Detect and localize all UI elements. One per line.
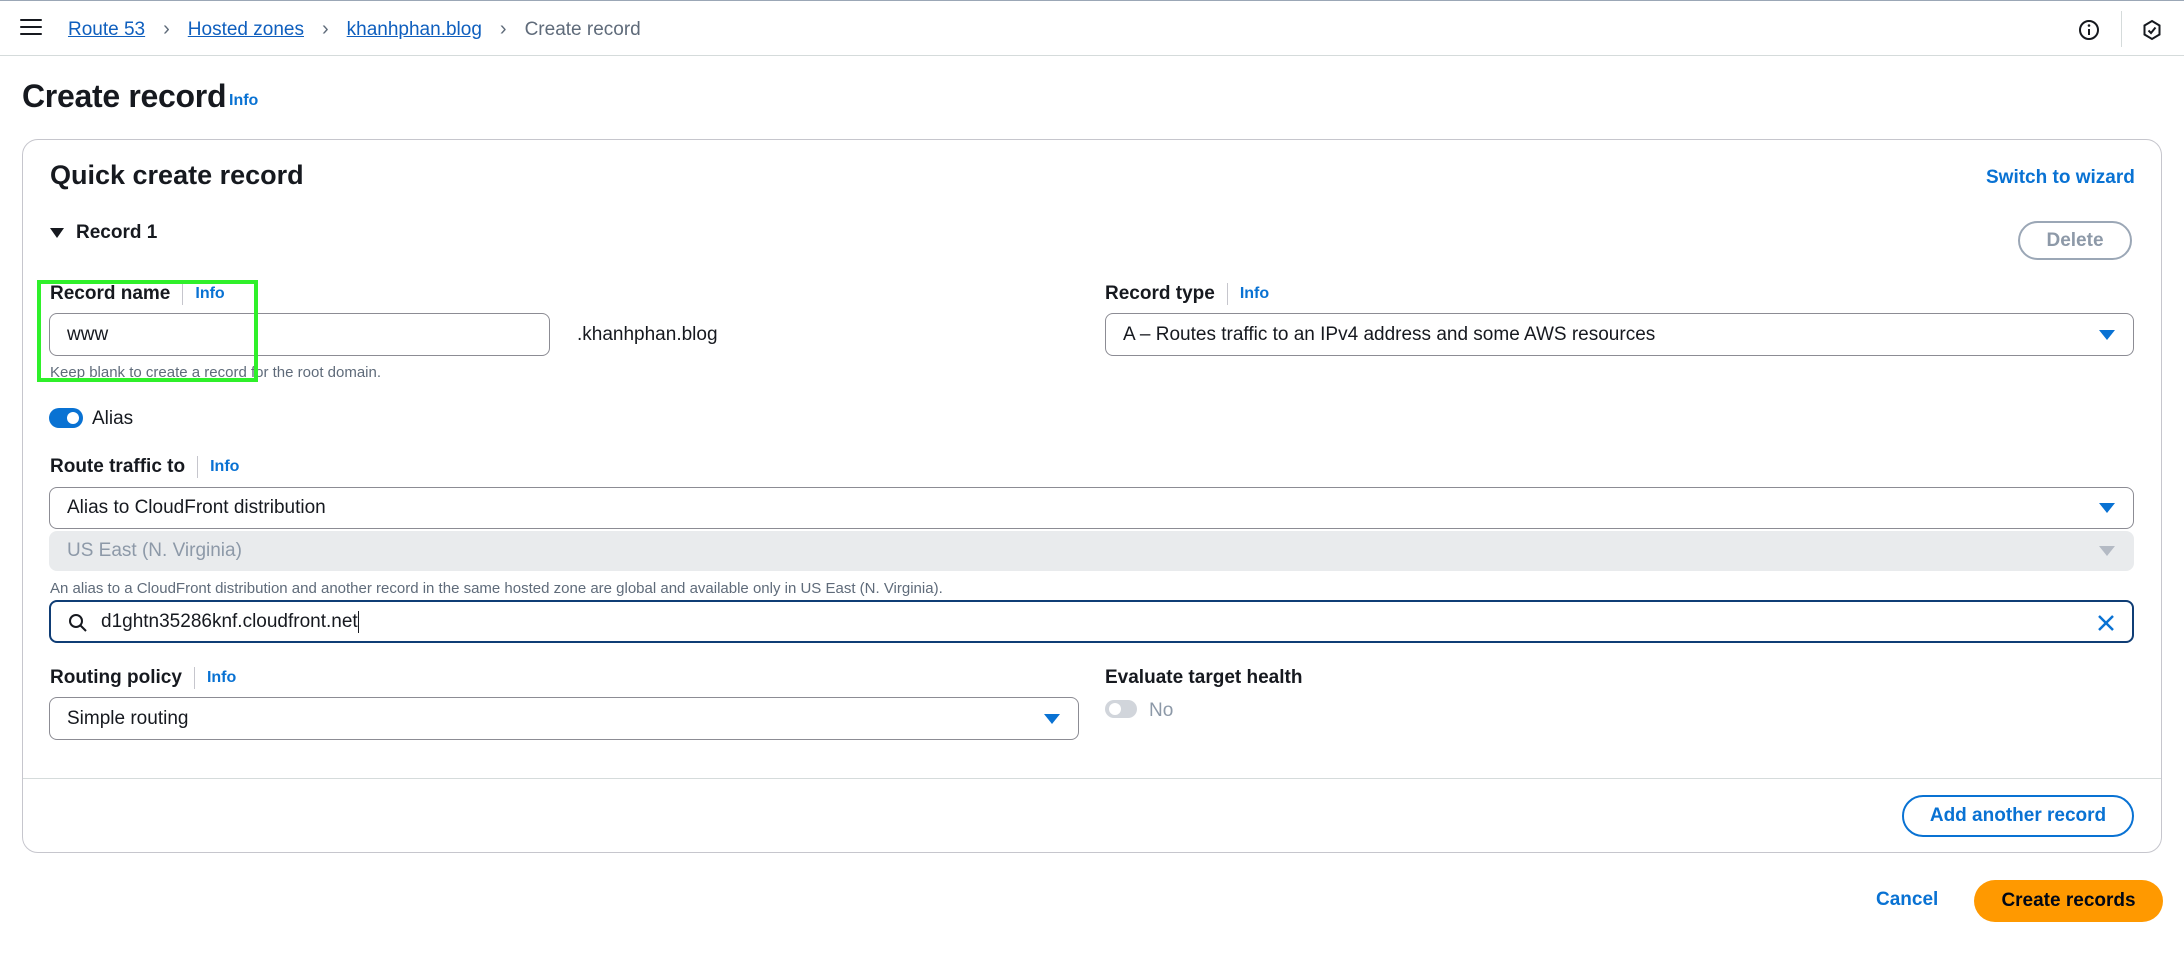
evaluate-health-label: Evaluate target health: [1105, 667, 1303, 688]
notifications-icon[interactable]: [2141, 19, 2163, 41]
info-circle-icon[interactable]: [2078, 19, 2100, 41]
domain-suffix: .khanhphan.blog: [577, 324, 718, 345]
distribution-search-input[interactable]: d1ghtn35286knf.cloudfront.net: [49, 600, 2134, 643]
distribution-value: d1ghtn35286knf.cloudfront.net: [101, 610, 358, 632]
label-divider: [197, 456, 199, 478]
routing-policy-label-text: Routing policy: [50, 667, 182, 688]
delete-button[interactable]: Delete: [2018, 221, 2132, 260]
record-type-value: A – Routes traffic to an IPv4 address an…: [1123, 323, 1656, 345]
card-title: Quick create record: [50, 160, 304, 190]
region-select: US East (N. Virginia): [49, 531, 2134, 571]
switch-to-wizard-link[interactable]: Switch to wizard: [1986, 167, 2135, 189]
caret-down-icon: [1044, 713, 1060, 724]
cancel-button[interactable]: Cancel: [1876, 889, 1938, 911]
record-type-select[interactable]: A – Routes traffic to an IPv4 address an…: [1105, 313, 2134, 356]
caret-down-icon: [2099, 503, 2115, 513]
alias-region-hint: An alias to a CloudFront distribution an…: [50, 580, 943, 597]
route-traffic-label-text: Route traffic to: [50, 456, 186, 477]
chevron-right-icon: ›: [163, 18, 170, 40]
add-another-record-button[interactable]: Add another record: [1902, 795, 2134, 837]
toggle-knob: [1109, 703, 1121, 715]
routing-policy-value: Simple routing: [67, 707, 189, 729]
page-info-link[interactable]: Info: [229, 92, 258, 110]
caret-down-icon: [2099, 329, 2115, 340]
record-type-label: Record type Info: [1105, 283, 1269, 305]
text-cursor: [357, 610, 359, 633]
breadcrumb-hosted-zones[interactable]: Hosted zones: [188, 19, 304, 41]
page-title: Create record: [22, 78, 227, 114]
record-type-label-text: Record type: [1105, 283, 1215, 304]
breadcrumb: Route 53 › Hosted zones › khanhphan.blog…: [68, 18, 641, 41]
endpoint-value: Alias to CloudFront distribution: [67, 497, 326, 518]
menu-icon[interactable]: [20, 19, 42, 37]
endpoint-select[interactable]: Alias to CloudFront distribution: [49, 487, 2134, 529]
record-1-expander[interactable]: Record 1: [50, 222, 157, 244]
search-icon: [69, 614, 87, 632]
caret-down-icon: [2099, 546, 2115, 556]
alias-label: Alias: [92, 408, 134, 429]
region-value: US East (N. Virginia): [67, 540, 242, 561]
routing-policy-info-link[interactable]: Info: [207, 669, 236, 687]
routing-policy-label: Routing policy Info: [50, 667, 236, 689]
card-footer-divider: [23, 778, 2161, 779]
chevron-right-icon: ›: [499, 18, 507, 40]
label-divider: [1226, 283, 1228, 305]
route-traffic-label: Route traffic to Info: [50, 456, 239, 478]
evaluate-health-toggle: [1105, 700, 1137, 718]
routing-policy-select[interactable]: Simple routing: [49, 697, 1079, 740]
record-1-label: Record 1: [76, 222, 158, 243]
breadcrumb-route53[interactable]: Route 53: [68, 19, 145, 41]
toolbar-divider: [2121, 11, 2122, 47]
highlight-box: [37, 280, 258, 382]
evaluate-health-state: No: [1149, 700, 1174, 721]
record-type-info-link[interactable]: Info: [1240, 285, 1269, 303]
create-records-button[interactable]: Create records: [1974, 880, 2163, 922]
alias-toggle[interactable]: [49, 408, 83, 428]
label-divider: [193, 667, 195, 689]
breadcrumb-current: Create record: [524, 18, 641, 40]
top-navigation-bar: Route 53 › Hosted zones › khanhphan.blog…: [0, 0, 2184, 56]
route-traffic-info-link[interactable]: Info: [210, 458, 239, 476]
breadcrumb-zone[interactable]: khanhphan.blog: [347, 19, 482, 41]
chevron-right-icon: ›: [321, 18, 329, 40]
caret-down-icon: [50, 228, 64, 238]
clear-icon[interactable]: [2096, 613, 2116, 633]
toggle-knob: [67, 412, 79, 424]
